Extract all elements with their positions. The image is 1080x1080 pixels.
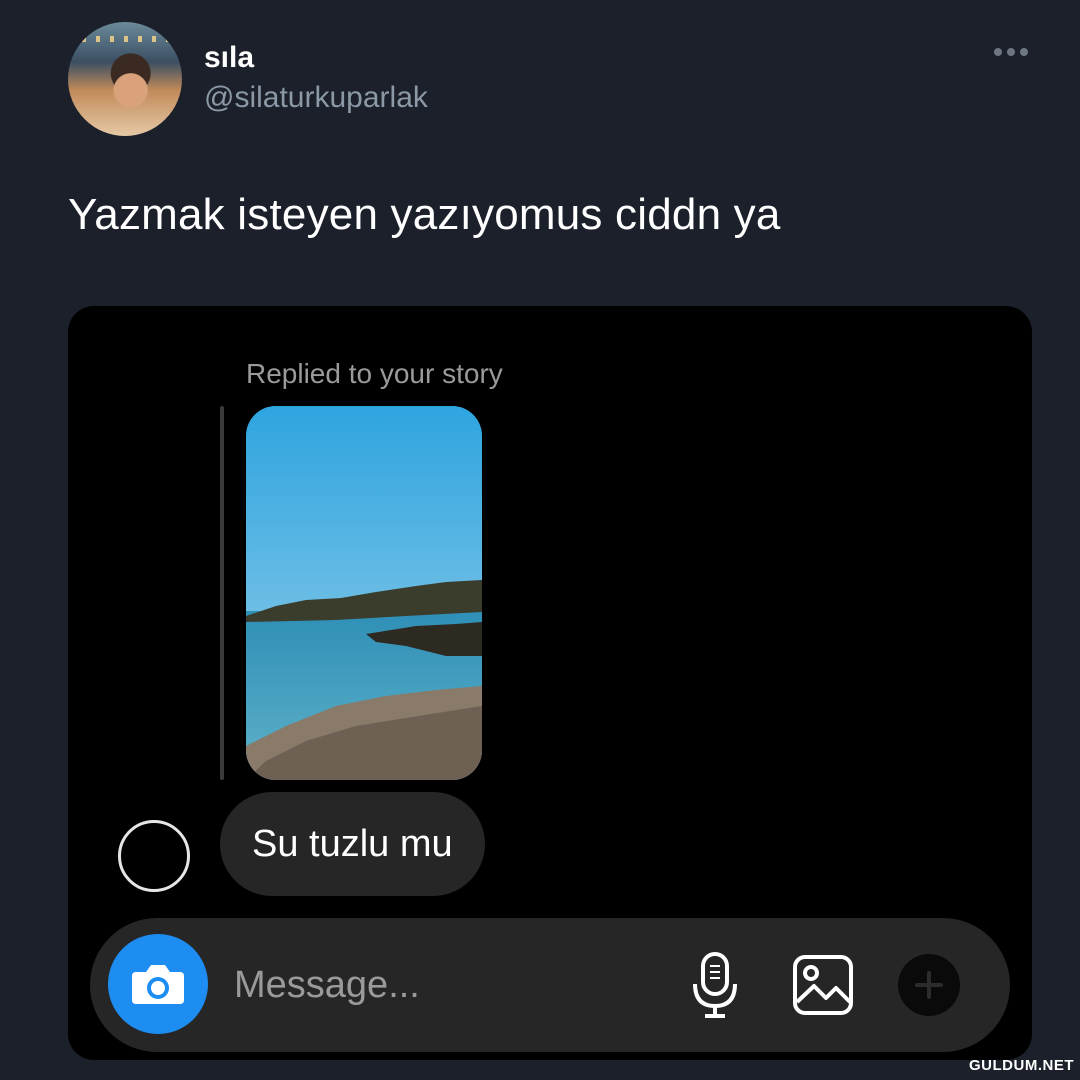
story-thumbnail[interactable] — [246, 406, 482, 780]
message-input[interactable] — [232, 954, 656, 1016]
more-dot — [1020, 48, 1028, 56]
author-names: sıla @silaturkuparlak — [204, 40, 428, 118]
tweet-text: Yazmak isteyen yazıyomus ciddn ya — [68, 190, 781, 239]
avatar-lights — [68, 36, 182, 42]
more-icon[interactable] — [994, 48, 1028, 56]
user-handle[interactable]: @silaturkuparlak — [204, 78, 428, 118]
message-bubble: Su tuzlu mu — [220, 792, 485, 896]
tweet-media-screenshot[interactable]: Replied to your story Su tuzlu mu — [68, 306, 1032, 1060]
gallery-icon[interactable] — [792, 954, 854, 1016]
mic-icon[interactable] — [690, 948, 740, 1022]
camera-icon — [132, 965, 184, 1004]
quote-bar — [220, 406, 224, 780]
message-composer — [90, 918, 1010, 1052]
sender-avatar[interactable] — [118, 820, 190, 892]
display-name[interactable]: sıla — [204, 40, 428, 76]
more-dot — [994, 48, 1002, 56]
watermark: GULDUM.NET — [969, 1057, 1074, 1074]
tweet-header: sıla @silaturkuparlak — [68, 22, 428, 136]
replied-to-story-label: Replied to your story — [246, 358, 503, 389]
plus-icon — [915, 971, 943, 999]
plus-button[interactable] — [898, 954, 960, 1016]
profile-avatar[interactable] — [68, 22, 182, 136]
more-dot — [1007, 48, 1015, 56]
camera-button[interactable] — [108, 934, 208, 1034]
